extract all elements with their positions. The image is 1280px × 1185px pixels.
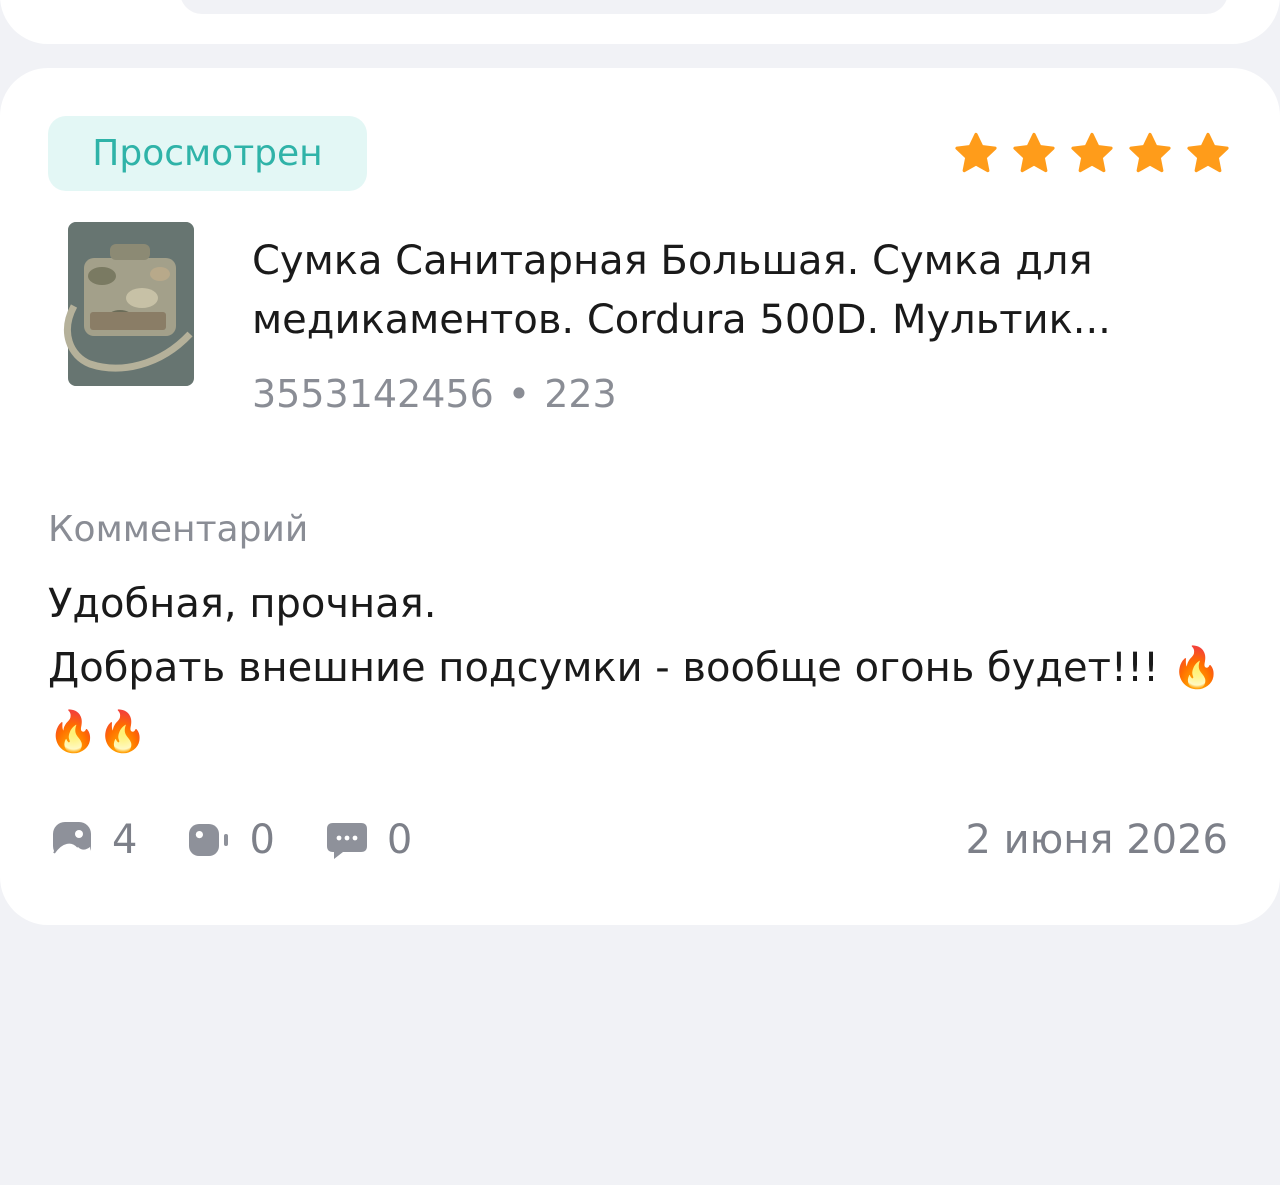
video-icon <box>189 824 229 856</box>
product-title[interactable]: Сумка Санитарная Большая. Сумка для меди… <box>252 232 1242 350</box>
previous-review-inner <box>180 0 1228 14</box>
comment-label: Комментарий <box>48 509 309 550</box>
meta-separator: • <box>507 372 531 416</box>
photos-stat[interactable]: 4 <box>48 812 137 868</box>
review-card[interactable] <box>0 68 1280 925</box>
status-badge: Просмотрен <box>48 116 367 191</box>
star-icon <box>1187 132 1229 173</box>
comment-icon <box>326 823 367 859</box>
product-article: 3553142456 <box>252 372 494 416</box>
videos-count: 0 <box>249 817 275 863</box>
star-icon <box>1071 132 1113 173</box>
comments-stat[interactable]: 0 <box>323 812 412 868</box>
bag-image <box>63 222 194 386</box>
product-size: 223 <box>544 372 617 416</box>
photos-count: 4 <box>112 817 138 863</box>
star-icon <box>1129 132 1171 173</box>
product-meta: 3553142456 • 223 <box>252 366 617 422</box>
photo-icon <box>53 822 91 858</box>
star-icon <box>955 132 997 173</box>
review-stats: 4 0 0 <box>48 812 460 868</box>
review-date: 2 июня 2026 <box>965 817 1228 863</box>
star-icon <box>1013 132 1055 173</box>
product-thumbnail[interactable] <box>50 214 212 394</box>
star-rating <box>952 130 1232 178</box>
previous-review-card <box>0 0 1280 44</box>
comment-text: Удобная, прочная. Добрать внешние подсум… <box>48 581 1222 755</box>
videos-stat[interactable]: 0 <box>185 812 275 868</box>
comments-count: 0 <box>386 817 413 863</box>
